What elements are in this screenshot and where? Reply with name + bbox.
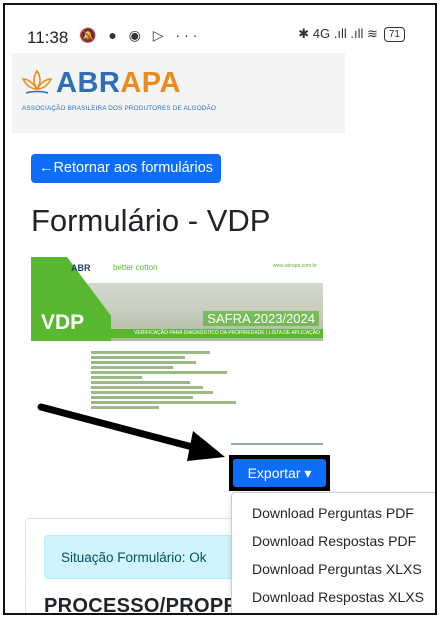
thumbnail-url: www.abrapa.com.br bbox=[272, 263, 317, 269]
export-dropdown-button[interactable]: Exportar ▾ bbox=[233, 459, 326, 487]
export-dropdown-menu: Download Perguntas PDF Download Resposta… bbox=[231, 492, 435, 613]
menu-download-perguntas-pdf[interactable]: Download Perguntas PDF bbox=[252, 505, 414, 521]
thumbnail-band: VERIFICAÇÃO PARA DIAGNÓSTICO DA PROPRIED… bbox=[109, 329, 323, 338]
notification-icons: 🔕 ● ◉ ▷ ··· bbox=[79, 27, 202, 43]
page-title: Formulário - VDP bbox=[31, 203, 271, 238]
caret-down-icon: ▾ bbox=[304, 465, 312, 481]
menu-download-respostas-xlxs[interactable]: Download Respostas XLXS bbox=[252, 589, 424, 605]
abrapa-logo: ABRAPA bbox=[56, 67, 181, 99]
status-bar: 11:38 🔕 ● ◉ ▷ ··· ✱ 4G .ıll .ıll ≋ 71 bbox=[5, 5, 435, 47]
thumbnail-banner: ABR better cotton www.abrapa.com.br VDP … bbox=[31, 257, 323, 341]
section-title: PROCESSO/PROPRI bbox=[44, 595, 245, 615]
thumbnail-safra: SAFRA 2023/2024 bbox=[203, 311, 319, 326]
thumbnail-better-cotton: better cotton bbox=[113, 263, 158, 272]
signal-icons: ✱ 4G .ıll .ıll ≋ bbox=[298, 26, 378, 41]
battery-icon: 71 bbox=[383, 26, 405, 42]
thumbnail-vdp: VDP bbox=[41, 311, 85, 334]
cotton-logo-icon bbox=[21, 69, 53, 94]
status-time: 11:38 bbox=[27, 28, 69, 47]
thumbnail-abr: ABR bbox=[71, 263, 91, 273]
site-header: ABRAPA ASSOCIAÇÃO BRASILEIRA DOS PRODUTO… bbox=[12, 53, 345, 133]
system-icons: ✱ 4G .ıll .ıll ≋ 71 bbox=[298, 26, 405, 42]
annotation-arrow-icon bbox=[37, 403, 225, 461]
menu-download-perguntas-xlxs[interactable]: Download Perguntas XLXS bbox=[252, 561, 422, 577]
export-highlight: Exportar ▾ bbox=[229, 455, 330, 491]
logo-tagline: ASSOCIAÇÃO BRASILEIRA DOS PRODUTORES DE … bbox=[22, 105, 217, 112]
menu-download-respostas-pdf[interactable]: Download Respostas PDF bbox=[252, 533, 416, 549]
phone-frame: 11:38 🔕 ● ◉ ▷ ··· ✱ 4G .ıll .ıll ≋ 71 AB… bbox=[3, 3, 437, 615]
back-to-forms-button[interactable]: ←Retornar aos formulários bbox=[31, 154, 221, 183]
